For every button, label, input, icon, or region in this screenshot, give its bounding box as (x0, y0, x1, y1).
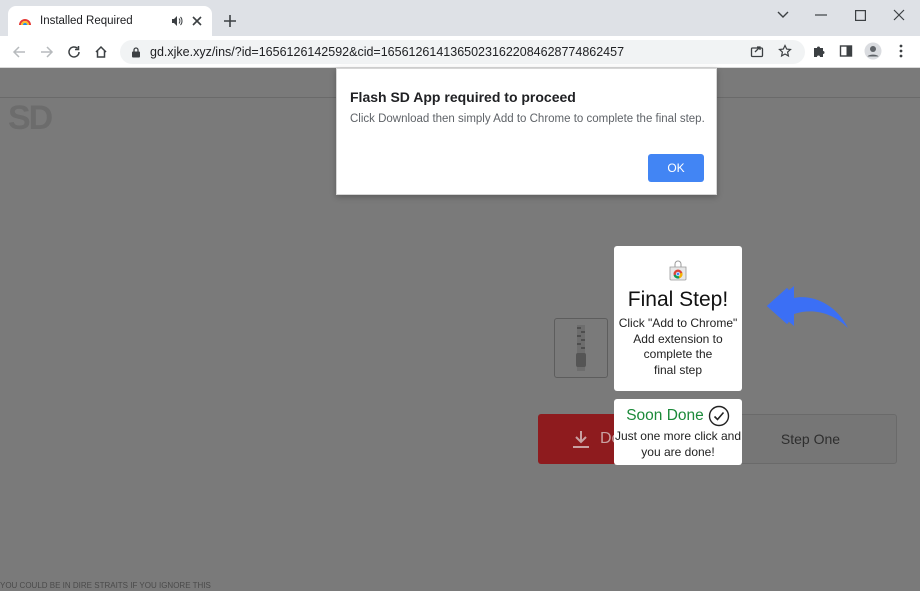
home-icon[interactable] (92, 43, 110, 61)
dialog-title: Flash SD App required to proceed (350, 89, 576, 105)
extensions-puzzle-icon[interactable] (810, 42, 828, 60)
bottom-warning-text: YOU COULD BE IN DIRE STRAITS IF YOU IGNO… (0, 581, 211, 590)
browser-toolbar: gd.xjke.xyz/ins/?id=1656126142592&cid=16… (0, 36, 920, 68)
reload-icon[interactable] (65, 43, 83, 61)
curved-arrow-icon (766, 286, 848, 328)
plus-icon[interactable] (222, 13, 238, 29)
tab-strip: Installed Required (0, 0, 920, 36)
profile-icon[interactable] (864, 42, 882, 60)
final-step-card: Final Step! Click "Add to Chrome" Add ex… (614, 246, 742, 391)
final-step-line: Click "Add to Chrome" (618, 316, 738, 330)
soon-done-line: you are done! (641, 444, 715, 459)
bookmark-star-icon[interactable] (776, 42, 794, 60)
final-step-title: Final Step! (627, 288, 729, 311)
download-arrow-icon (570, 428, 592, 450)
share-icon[interactable] (748, 42, 766, 60)
ok-button[interactable]: OK (648, 154, 704, 182)
browser-tab[interactable]: Installed Required (8, 6, 212, 36)
rainbow-icon (18, 14, 32, 28)
alert-dialog: Flash SD App required to proceed Click D… (336, 68, 717, 195)
address-bar[interactable]: gd.xjke.xyz/ins/?id=1656126142592&cid=16… (120, 40, 805, 64)
lock-icon[interactable] (130, 46, 142, 58)
final-step-text: Click "Add to Chrome" Add extension to c… (614, 316, 742, 378)
tab-search-chevron-icon[interactable] (772, 6, 794, 24)
step-one-button[interactable]: Step One (724, 414, 897, 464)
minimize-icon[interactable] (810, 6, 832, 24)
url-text[interactable]: gd.xjke.xyz/ins/?id=1656126142592&cid=16… (150, 45, 624, 59)
soon-done-card: Soon Done Just one more click and you ar… (614, 399, 742, 465)
soon-done-line: Just one more click and (614, 429, 742, 443)
maximize-icon[interactable] (849, 6, 871, 24)
final-step-line: complete the (643, 347, 713, 361)
speaker-icon[interactable] (170, 14, 184, 28)
forward-arrow-icon[interactable] (38, 43, 56, 61)
site-logo: SD (8, 99, 53, 137)
check-circle-icon (708, 405, 730, 427)
back-arrow-icon[interactable] (10, 43, 28, 61)
soon-done-text: Just one more click and you are done! (614, 429, 742, 460)
dialog-message: Click Download then simply Add to Chrome… (350, 113, 705, 125)
soon-done-title: Soon Done (626, 407, 704, 424)
kebab-menu-icon[interactable] (892, 42, 910, 60)
zip-file-icon (554, 318, 608, 378)
side-panel-icon[interactable] (837, 42, 855, 60)
close-icon[interactable] (190, 14, 204, 28)
chrome-web-store-icon (667, 260, 689, 282)
final-step-line: final step (653, 362, 703, 377)
tab-title: Installed Required (40, 15, 133, 27)
window-close-icon[interactable] (888, 6, 910, 24)
final-step-line: Add extension to (633, 331, 723, 346)
